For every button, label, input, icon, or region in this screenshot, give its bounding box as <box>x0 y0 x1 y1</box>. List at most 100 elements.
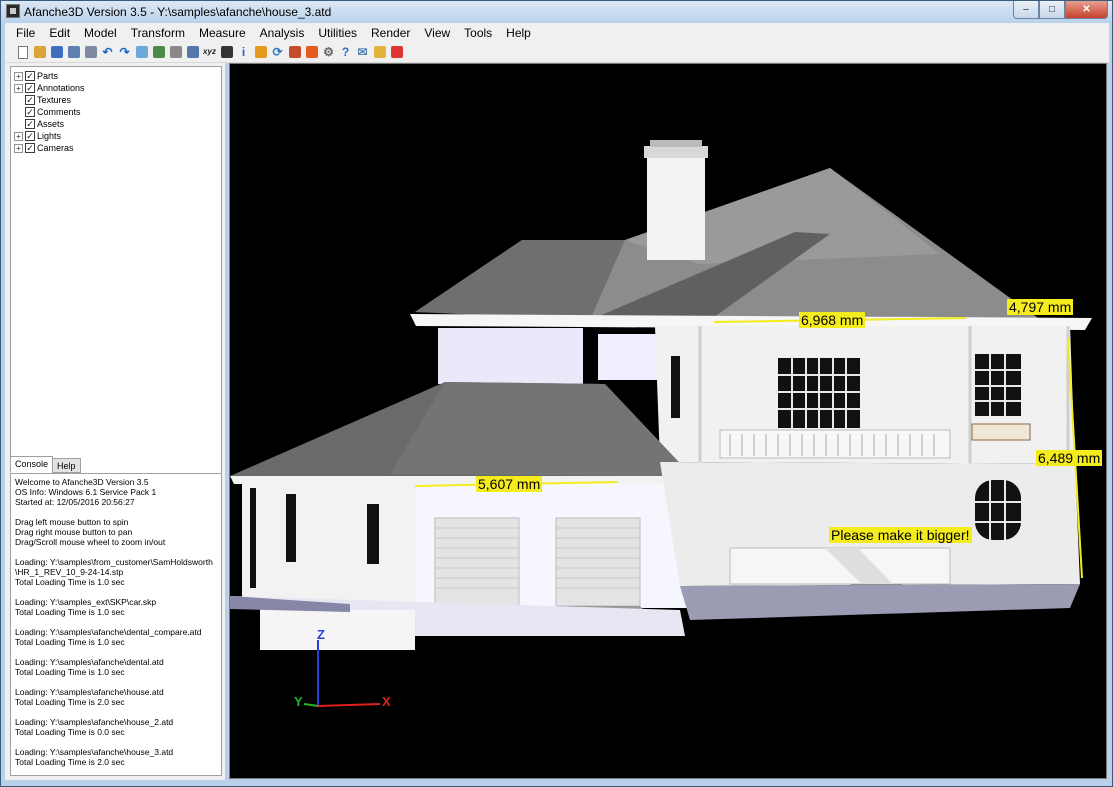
chimney <box>647 156 705 260</box>
redo-icon[interactable]: ↷ <box>117 45 132 60</box>
close-button[interactable]: ✕ <box>1065 1 1108 19</box>
open-folder-icon[interactable] <box>32 45 47 60</box>
lower-cornice <box>230 476 692 484</box>
tree-item-comments[interactable]: ✓ Comments <box>14 106 81 118</box>
app-logo-icon <box>6 4 20 18</box>
console-line: Loading: Y:\samples\afanche\house_3.atd <box>15 747 174 757</box>
tree-item-label: Textures <box>37 95 72 105</box>
tab-console[interactable]: Console <box>10 456 54 473</box>
help-icon[interactable]: ? <box>338 45 353 60</box>
visibility-checkbox[interactable]: ✓ <box>25 71 35 81</box>
tree-item-label: Comments <box>37 107 81 117</box>
maximize-button[interactable]: □ <box>1039 1 1065 19</box>
z-axis-label: Z <box>317 627 325 642</box>
tab-help[interactable]: Help <box>52 458 81 473</box>
upper-window-narrow <box>671 356 680 418</box>
menu-model[interactable]: Model <box>77 26 124 40</box>
minimize-button[interactable]: – <box>1013 1 1039 19</box>
y-axis-label: Y <box>294 694 303 709</box>
console-line: Drag right mouse button to pan <box>15 527 133 537</box>
tree-item-annotations[interactable]: + ✓ Annotations <box>14 82 85 94</box>
menu-file[interactable]: File <box>9 26 42 40</box>
console-line: Started at: 12/05/2016 20:56:27 <box>15 497 135 507</box>
comment-label[interactable]: Please make it bigger! <box>829 527 972 543</box>
save-icon[interactable] <box>49 45 64 60</box>
decorative-plaque <box>971 423 1031 441</box>
xyz-icon[interactable]: xyz <box>202 45 217 60</box>
dimension-label[interactable]: 6,968 mm <box>799 312 866 328</box>
expand-icon[interactable]: + <box>14 143 23 153</box>
print-icon[interactable] <box>83 45 98 60</box>
visibility-checkbox[interactable]: ✓ <box>25 95 35 105</box>
x-axis <box>317 703 381 707</box>
layers-icon[interactable] <box>151 45 166 60</box>
visibility-checkbox[interactable]: ✓ <box>25 119 35 129</box>
visibility-checkbox[interactable]: ✓ <box>25 83 35 93</box>
expand-icon[interactable]: + <box>14 83 23 93</box>
warning-icon[interactable] <box>253 45 268 60</box>
dimension-label[interactable]: 4,797 mm <box>1007 299 1074 315</box>
refresh-icon[interactable]: ⟳ <box>270 45 285 60</box>
comment-icon[interactable] <box>134 45 149 60</box>
undo-icon[interactable]: ↶ <box>100 45 115 60</box>
garage-door-left <box>434 517 520 607</box>
console-line: Loading: Y:\samples\afanche\dental_compa… <box>15 627 202 637</box>
visibility-checkbox[interactable]: ✓ <box>25 131 35 141</box>
color-cube-icon[interactable] <box>304 45 319 60</box>
menu-edit[interactable]: Edit <box>42 26 77 40</box>
foundation-right <box>680 584 1080 620</box>
menu-measure[interactable]: Measure <box>192 26 253 40</box>
film-icon[interactable] <box>219 45 234 60</box>
tree-item-label: Cameras <box>37 143 74 153</box>
info-icon[interactable]: i <box>236 45 251 60</box>
chimney-cap <box>644 146 708 158</box>
window-title: Afanche3D Version 3.5 - Y:\samples\afanc… <box>24 5 332 19</box>
tree-item-label: Assets <box>37 119 65 129</box>
tag-icon[interactable] <box>372 45 387 60</box>
console-line: Total Loading Time is 2.0 sec <box>15 697 125 707</box>
model-tree[interactable]: + ✓ Parts + ✓ Annotations ✓ Textures ✓ Comments ✓ A… <box>10 66 222 513</box>
tree-item-lights[interactable]: + ✓ Lights <box>14 130 61 142</box>
tree-item-assets[interactable]: ✓ Assets <box>14 118 64 130</box>
console-output[interactable]: Welcome to Afanche3D Version 3.5 OS Info:… <box>10 473 222 776</box>
menu-analysis[interactable]: Analysis <box>253 26 312 40</box>
visibility-checkbox[interactable]: ✓ <box>25 107 35 117</box>
x-axis-label: X <box>382 694 391 709</box>
menu-utilities[interactable]: Utilities <box>311 26 364 40</box>
menu-help[interactable]: Help <box>499 26 538 40</box>
menu-transform[interactable]: Transform <box>124 26 192 40</box>
gear-icon[interactable]: ⚙ <box>321 45 336 60</box>
tree-item-textures[interactable]: ✓ Textures <box>14 94 71 106</box>
console-line: Loading: Y:\samples\afanche\dental.atd <box>15 657 164 667</box>
3d-viewport[interactable]: 6,968 mm 4,797 mm 6,489 mm 5,607 mm Plea… <box>229 63 1107 779</box>
grid-icon[interactable] <box>185 45 200 60</box>
tree-item-parts[interactable]: + ✓ Parts <box>14 70 58 82</box>
expand-icon[interactable]: + <box>14 71 23 81</box>
visibility-checkbox[interactable]: ✓ <box>25 143 35 153</box>
title-bar[interactable]: Afanche3D Version 3.5 - Y:\samples\afanc… <box>1 1 1112 22</box>
app-window: Afanche3D Version 3.5 - Y:\samples\afanc… <box>0 0 1113 787</box>
measure-icon[interactable] <box>168 45 183 60</box>
tree-item-label: Lights <box>37 131 62 141</box>
console-line: OS Info: Windows 6.1 Service Pack 1 <box>15 487 157 497</box>
garage-door-right <box>555 517 641 607</box>
exit-icon[interactable] <box>389 45 404 60</box>
palette-icon[interactable] <box>287 45 302 60</box>
menu-tools[interactable]: Tools <box>457 26 499 40</box>
house-model <box>230 140 1092 707</box>
menu-render[interactable]: Render <box>364 26 417 40</box>
new-file-icon[interactable] <box>15 45 30 60</box>
tree-item-cameras[interactable]: + ✓ Cameras <box>14 142 74 154</box>
menu-view[interactable]: View <box>417 26 457 40</box>
toolbar: ↶ ↷ xyz i ⟳ ⚙? ✉ <box>5 42 1109 63</box>
expand-icon[interactable]: + <box>14 131 23 141</box>
window-controls: – □ ✕ <box>1013 1 1108 19</box>
console-line: Loading: Y:\samples\afanche\house_2.atd <box>15 717 174 727</box>
save-as-icon[interactable] <box>66 45 81 60</box>
dimension-label[interactable]: 5,607 mm <box>476 476 543 492</box>
dimension-label[interactable]: 6,489 mm <box>1036 450 1103 466</box>
mail-icon[interactable]: ✉ <box>355 45 370 60</box>
